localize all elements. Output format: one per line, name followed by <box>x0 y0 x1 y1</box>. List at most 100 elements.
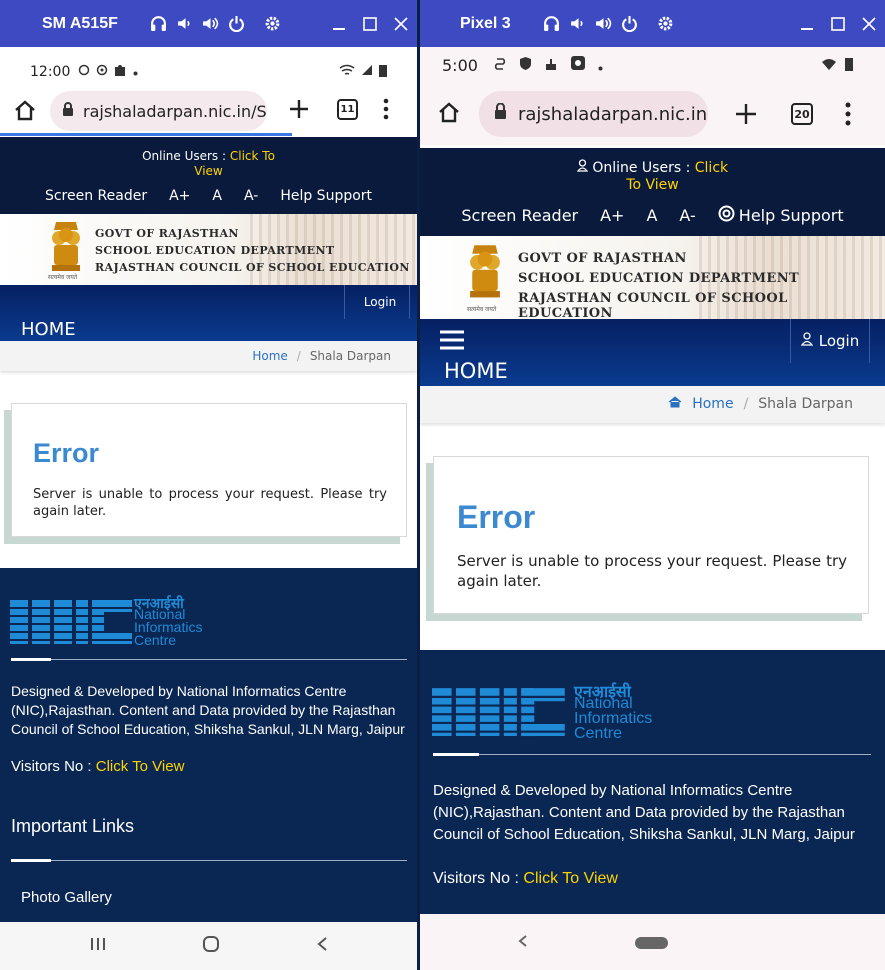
headphones-icon[interactable] <box>150 15 167 32</box>
banner-line-1: GOVT OF RAJASTHAN <box>95 227 239 240</box>
visitors-link[interactable]: Click To View <box>523 870 618 887</box>
banner-line-2: SCHOOL EDUCATION DEPARTMENT <box>95 244 335 257</box>
window-titlebar: SM A515F <box>0 0 417 47</box>
minimize-icon[interactable] <box>330 15 347 32</box>
help-support-link[interactable]: Help Support <box>280 188 372 204</box>
banner-line-3: RAJASTHAN COUNCIL OF SCHOOL EDUCATION <box>95 261 410 274</box>
help-support-label: Help Support <box>280 188 373 204</box>
photo-gallery-link[interactable]: Photo Gallery <box>11 889 112 906</box>
headphones-icon[interactable] <box>543 15 560 32</box>
accessibility-row: Screen Reader A+ A A- Help Support <box>0 188 417 204</box>
error-title: Error <box>33 438 100 468</box>
overflow-menu-icon[interactable] <box>845 102 851 131</box>
online-users[interactable]: Online Users : Click To View <box>0 149 417 178</box>
volume-up-icon[interactable] <box>202 15 219 32</box>
status-time: 12:00 <box>30 64 71 80</box>
breadcrumb-home[interactable]: Home <box>252 349 287 363</box>
recent-apps-icon[interactable] <box>90 937 106 956</box>
settings-gear-icon[interactable] <box>657 15 674 32</box>
online-users-view[interactable]: To View <box>420 177 885 193</box>
minimize-icon[interactable] <box>798 15 815 32</box>
online-users-click-to[interactable]: Click To <box>230 149 275 163</box>
site-top-info: Online Users : Click To View Screen Read… <box>0 137 417 214</box>
breadcrumb-separator: / <box>743 396 749 412</box>
font-normal-link[interactable]: A <box>646 206 657 225</box>
important-links-divider-accent <box>11 859 51 862</box>
site-navbar: Login HOME <box>420 319 885 386</box>
font-increase-link[interactable]: A+ <box>169 188 190 204</box>
close-icon[interactable] <box>860 15 877 32</box>
settings-gear-icon[interactable] <box>264 15 281 32</box>
android-status-bar: 12:00 <box>0 61 417 83</box>
help-support-label: Help Support <box>738 206 844 225</box>
photo-gallery-label: Photo Gallery <box>21 889 112 906</box>
online-users-click-to[interactable]: Click <box>695 160 728 176</box>
font-increase-link[interactable]: A+ <box>600 206 624 225</box>
login-button[interactable]: Login <box>344 285 410 319</box>
emblem-motto: सत्यमेव जयते <box>467 307 497 313</box>
wifi-icon <box>339 64 355 80</box>
visitors-link[interactable]: Click To View <box>96 758 185 775</box>
tab-switcher-button[interactable]: 20 <box>791 103 813 125</box>
device-window-pixel-3: Pixel 3 5:00 rajshaladarpan.nic.in/ 20 O… <box>420 0 885 970</box>
login-button[interactable]: Login <box>790 319 870 363</box>
url-bar[interactable]: rajshaladarpan.nic.in/S <box>50 91 267 131</box>
lock-icon <box>494 102 507 125</box>
home-icon[interactable] <box>437 101 461 128</box>
site-viewport: Online Users : Click To View Screen Read… <box>420 148 885 914</box>
help-support-link[interactable]: Help Support <box>718 205 844 226</box>
volume-up-icon[interactable] <box>595 15 612 32</box>
error-panel: Error Server is unable to process your r… <box>11 403 407 537</box>
device-name: Pixel 3 <box>460 14 511 32</box>
visitors-row: Visitors No : Click To View <box>433 870 618 888</box>
android-nav-bar <box>420 914 885 970</box>
url-text: rajshaladarpan.nic.in/ <box>518 103 708 125</box>
volume-down-icon[interactable] <box>176 15 193 32</box>
nic-line-3: Centre <box>574 725 623 742</box>
nic-logo: एनआईसी National Informatics Centre <box>432 680 652 747</box>
power-icon[interactable] <box>621 15 638 32</box>
important-links-divider <box>11 860 407 861</box>
font-decrease-link[interactable]: A- <box>244 188 258 204</box>
font-normal-link[interactable]: A <box>212 188 222 204</box>
overflow-menu-icon[interactable] <box>383 98 389 125</box>
browser-toolbar: rajshaladarpan.nic.in/S 11 <box>0 89 417 136</box>
hamburger-menu-icon[interactable] <box>439 329 465 356</box>
font-decrease-link[interactable]: A- <box>679 206 695 225</box>
nic-line-2: Informatics <box>574 710 653 727</box>
android-status-bar: 5:00 <box>420 47 885 83</box>
new-tab-icon[interactable] <box>735 103 757 130</box>
volume-down-icon[interactable] <box>569 15 586 32</box>
android-home-icon[interactable] <box>202 935 220 958</box>
home-pill-icon[interactable] <box>635 936 668 954</box>
back-icon[interactable] <box>316 936 328 957</box>
footer-divider <box>11 659 407 660</box>
online-users-label: Online Users : <box>592 160 691 176</box>
url-bar[interactable]: rajshaladarpan.nic.in/ <box>479 91 708 137</box>
breadcrumb-home[interactable]: Home <box>692 396 733 412</box>
vpn-icon <box>96 64 108 80</box>
new-tab-icon[interactable] <box>289 99 309 124</box>
nic-line-3: Centre <box>134 632 177 648</box>
close-icon[interactable] <box>392 15 409 32</box>
tab-switcher-button[interactable]: 11 <box>337 99 358 120</box>
error-message: Server is unable to process your request… <box>33 487 387 519</box>
site-top-info: Online Users : Click To View Screen Read… <box>420 148 885 236</box>
screen-reader-link[interactable]: Screen Reader <box>461 206 578 225</box>
maximize-icon[interactable] <box>829 15 846 32</box>
online-users[interactable]: Online Users : Click To View <box>420 159 885 193</box>
data-saver-icon <box>494 56 507 75</box>
online-users-view[interactable]: View <box>0 164 417 178</box>
power-icon[interactable] <box>228 15 245 32</box>
shield-icon <box>519 56 532 75</box>
online-users-label: Online Users : <box>142 149 227 163</box>
footer-divider-accent <box>11 658 51 661</box>
back-icon[interactable] <box>518 934 528 953</box>
screen-reader-link[interactable]: Screen Reader <box>45 188 147 204</box>
breadcrumb-separator: / <box>296 349 301 363</box>
rajasthan-emblem-icon: सत्यमेव जयते <box>463 241 507 313</box>
maximize-icon[interactable] <box>361 15 378 32</box>
breadcrumb: Home / Shala Darpan <box>420 386 885 423</box>
home-icon[interactable] <box>13 99 37 126</box>
breadcrumb-current: Shala Darpan <box>309 349 391 363</box>
